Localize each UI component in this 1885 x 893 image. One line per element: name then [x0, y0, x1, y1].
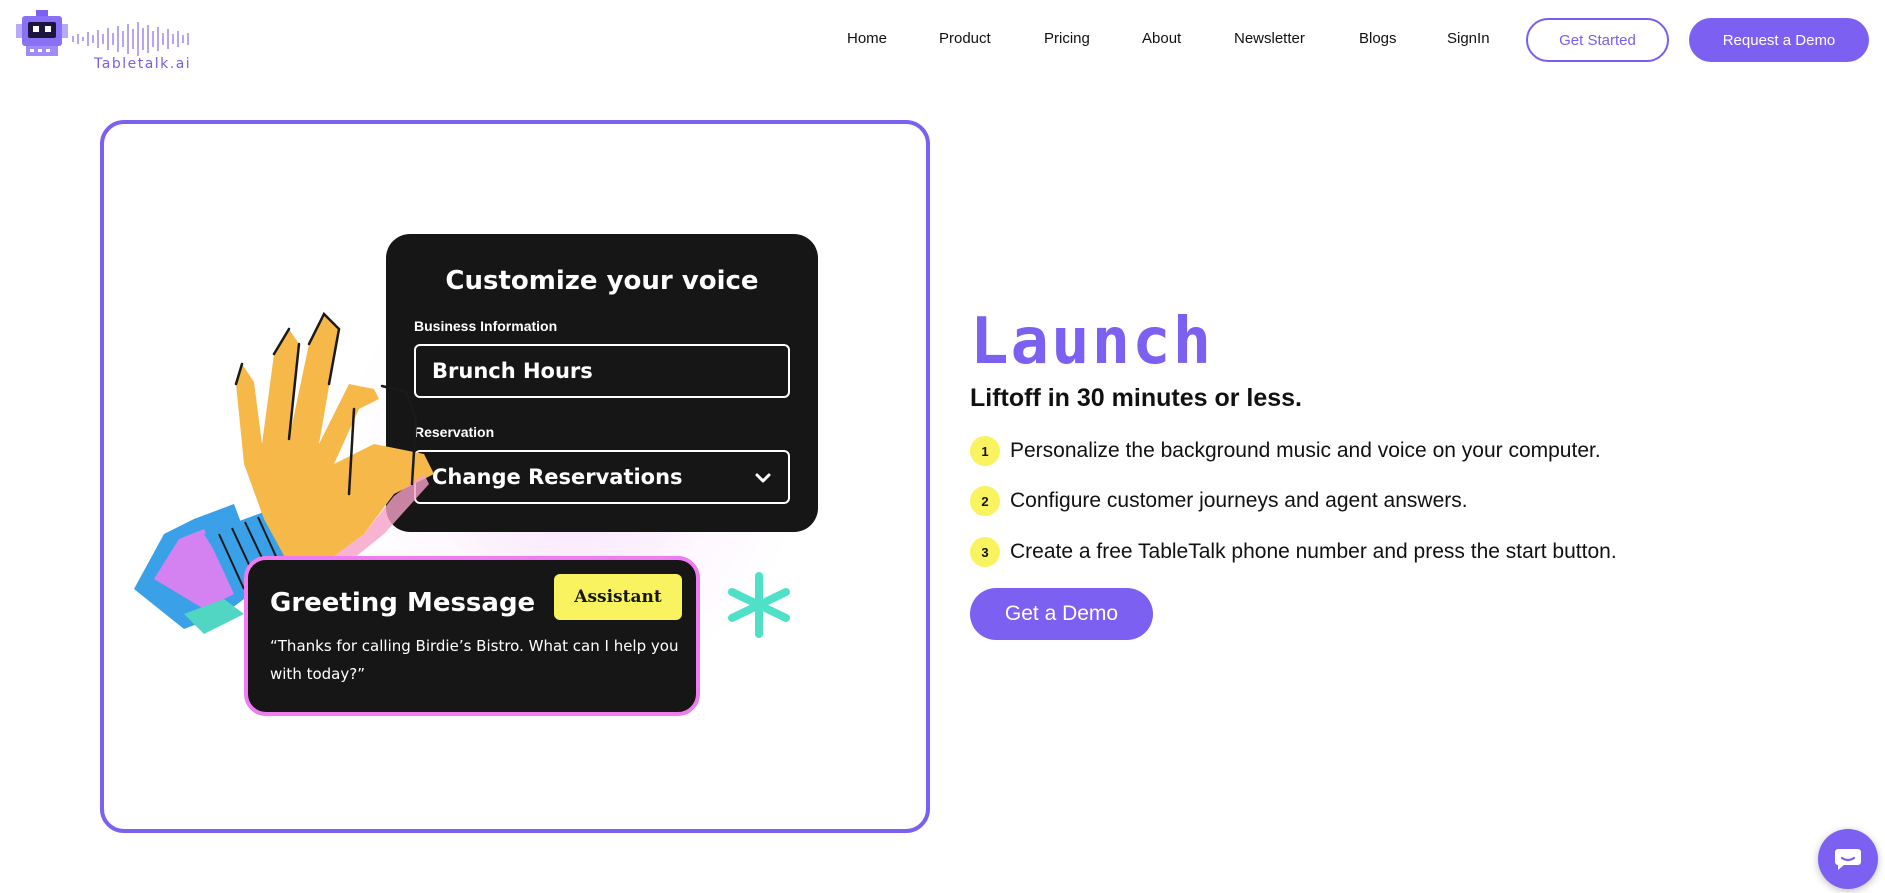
get-started-button[interactable]: Get Started — [1526, 18, 1669, 62]
greeting-quote: “Thanks for calling Birdie’s Bistro. Wha… — [270, 637, 679, 683]
nav-pricing[interactable]: Pricing — [1044, 30, 1090, 47]
reservation-value: Change Reservations — [432, 465, 683, 489]
get-demo-button[interactable]: Get a Demo — [970, 588, 1153, 640]
sparkle-icon — [728, 572, 790, 638]
step-text: Create a free TableTalk phone number and… — [1010, 540, 1617, 563]
reservation-select: Change Reservations — [414, 450, 790, 504]
nav-signin[interactable]: SignIn — [1447, 30, 1490, 47]
illustration-card: Customize your voice Business Informatio… — [100, 120, 930, 833]
business-info-value: Brunch Hours — [432, 359, 593, 383]
chevron-down-icon — [755, 473, 771, 483]
request-demo-button[interactable]: Request a Demo — [1689, 18, 1869, 62]
step-item: 3 Create a free TableTalk phone number a… — [970, 537, 1617, 567]
customize-voice-panel: Customize your voice Business Informatio… — [386, 234, 818, 532]
main-nav: Home Product Pricing About Newsletter Bl… — [0, 0, 1885, 80]
voice-panel-title: Customize your voice — [445, 266, 759, 296]
section-subtitle: Liftoff in 30 minutes or less. — [970, 384, 1302, 412]
step-number: 3 — [970, 537, 1000, 567]
nav-about[interactable]: About — [1142, 30, 1181, 47]
chat-widget-button[interactable] — [1818, 829, 1878, 889]
section-title: Launch — [970, 305, 1214, 379]
assistant-badge: Assistant — [554, 574, 682, 620]
greeting-title: Greeting Message — [270, 588, 536, 618]
nav-home[interactable]: Home — [847, 30, 887, 47]
chat-icon — [1835, 849, 1861, 870]
nav-blogs[interactable]: Blogs — [1359, 30, 1397, 47]
step-item: 2 Configure customer journeys and agent … — [970, 486, 1468, 516]
step-number: 2 — [970, 486, 1000, 516]
step-text: Personalize the background music and voi… — [1010, 439, 1601, 462]
business-info-field: Brunch Hours — [414, 344, 790, 398]
step-item: 1 Personalize the background music and v… — [970, 436, 1601, 466]
nav-product[interactable]: Product — [939, 30, 991, 47]
step-text: Configure customer journeys and agent an… — [1010, 489, 1468, 512]
site-header: Tabletalk.ai Home Product Pricing About … — [0, 0, 1885, 80]
nav-newsletter[interactable]: Newsletter — [1234, 30, 1305, 47]
greeting-message-panel: Greeting Message Assistant “Thanks for c… — [244, 556, 700, 716]
step-number: 1 — [970, 436, 1000, 466]
